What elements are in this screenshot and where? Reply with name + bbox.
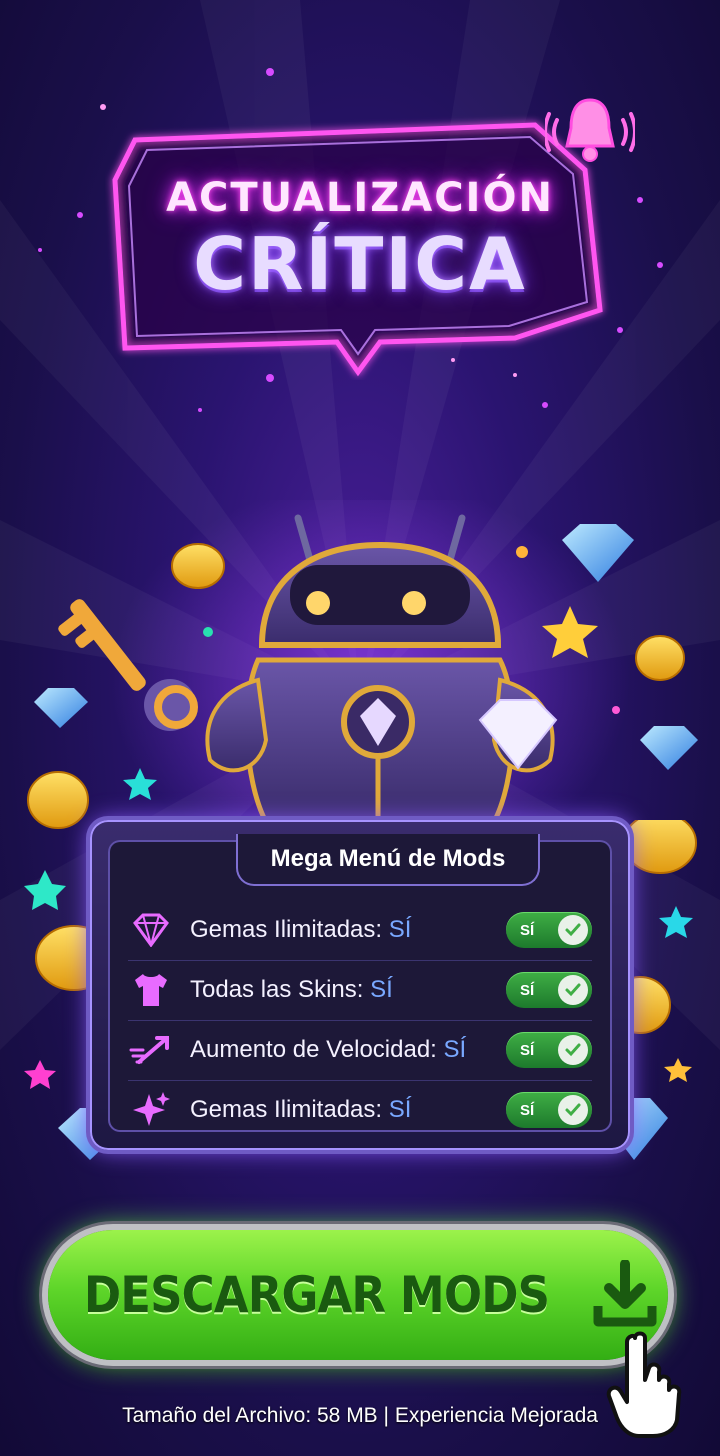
gem-icon	[128, 907, 174, 953]
mod-row-unlimited-gems-2[interactable]: Gemas Ilimitadas: SÍ SÍ	[128, 1080, 592, 1140]
banner-title-line2: CRÍTICA	[193, 222, 527, 306]
robot-illustration	[27, 500, 698, 860]
check-icon	[558, 975, 588, 1005]
banner-title-line1: ACTUALIZACIÓN	[166, 175, 554, 221]
mod-value: SÍ	[370, 976, 393, 1003]
mod-value: SÍ	[443, 1036, 467, 1063]
speed-arrow-icon	[128, 1027, 174, 1073]
mod-row-unlimited-gems[interactable]: Gemas Ilimitadas: SÍ SÍ	[128, 900, 592, 961]
mods-menu-panel: Mega Menú de Mods Gemas Ilimitadas: SÍ S…	[90, 820, 630, 1150]
file-info-footer: Tamaño del Archivo: 58 MB | Experiencia …	[122, 1404, 598, 1427]
toggle-label: SÍ	[520, 981, 535, 999]
mod-row-speed-boost[interactable]: Aumento de Velocidad: SÍ SÍ	[128, 1020, 592, 1081]
check-icon	[558, 1095, 588, 1125]
mod-label: Todas las Skins: SÍ	[190, 976, 393, 1003]
sparkle-icon	[128, 1087, 174, 1133]
mod-label: Gemas Ilimitadas: SÍ	[190, 916, 412, 943]
mods-menu-inner: Mega Menú de Mods Gemas Ilimitadas: SÍ S…	[108, 834, 612, 1132]
check-icon	[558, 915, 588, 945]
bell-icon	[545, 98, 635, 162]
mod-row-all-skins[interactable]: Todas las Skins: SÍ SÍ	[128, 960, 592, 1021]
mod-value: SÍ	[388, 1096, 412, 1123]
tshirt-icon	[128, 967, 174, 1013]
mod-label: Aumento de Velocidad: SÍ	[190, 1036, 467, 1063]
download-mods-button[interactable]: DESCARGAR MODS	[48, 1230, 668, 1360]
download-icon	[593, 1260, 657, 1327]
toggle-switch[interactable]: SÍ	[506, 1092, 592, 1128]
mod-value: SÍ	[388, 916, 412, 943]
toggle-switch[interactable]: SÍ	[506, 912, 592, 948]
panel-title: Mega Menú de Mods	[270, 845, 506, 872]
mod-label: Gemas Ilimitadas: SÍ	[190, 1096, 412, 1123]
toggle-switch[interactable]: SÍ	[506, 1032, 592, 1068]
toggle-label: SÍ	[520, 921, 535, 939]
toggle-label: SÍ	[520, 1041, 535, 1059]
panel-title-tab: Mega Menú de Mods	[236, 834, 540, 886]
check-icon	[558, 1035, 588, 1065]
critical-update-banner: ACTUALIZACIÓN CRÍTICA	[105, 110, 615, 377]
download-button-label: DESCARGAR MODS	[83, 1266, 549, 1324]
toggle-label: SÍ	[520, 1101, 535, 1119]
toggle-switch[interactable]: SÍ	[506, 972, 592, 1008]
